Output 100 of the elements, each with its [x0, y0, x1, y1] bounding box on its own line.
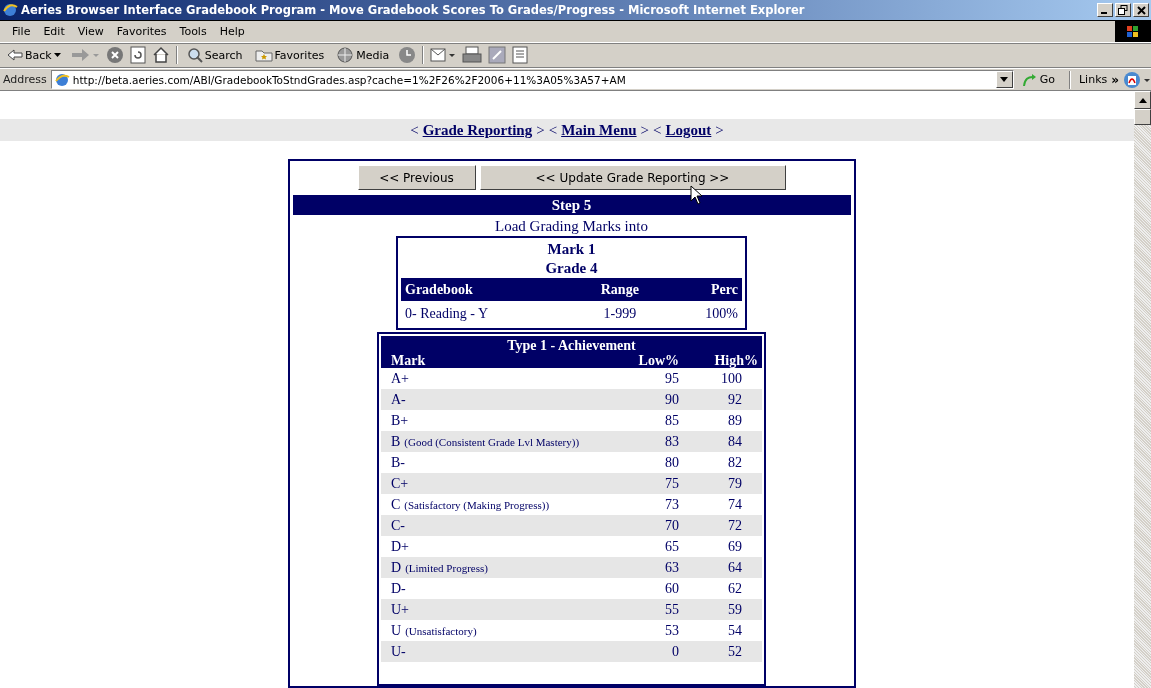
mark-cell: A- — [391, 391, 406, 407]
column-header: High% — [683, 353, 762, 368]
document-icon[interactable] — [512, 46, 529, 64]
window-title: Aeries Browser Interface Gradebook Program - Move Gradebook Scores To Grades/Progress - Microsoft Internet Explorer — [21, 3, 806, 17]
links-label[interactable]: Links — [1074, 73, 1108, 86]
back-button[interactable]: Back — [4, 48, 64, 62]
mark-cell: B+ — [391, 412, 409, 428]
close-icon — [1136, 5, 1146, 15]
mark-cell: B (Good (Consistent Grade Lvl Mastery)) — [391, 433, 580, 449]
menu-item[interactable]: View — [71, 25, 111, 38]
table-cell: 100 — [683, 368, 762, 389]
page-icon — [53, 71, 70, 88]
scroll-thumb[interactable] — [1134, 109, 1151, 125]
mark-cell: D+ — [391, 538, 409, 554]
table-cell: 72 — [683, 515, 762, 536]
update-button[interactable]: << Update Grade Reporting >> — [479, 165, 786, 190]
table-cell: 73 — [630, 494, 683, 515]
address-label: Address — [3, 73, 47, 86]
address-url: http://beta.aeries.com/ABI/GradebookToStndGrades.asp?cache=1%2F26%2F2006+11%3A05%3A57+AM — [72, 73, 627, 86]
table-cell: 60 — [630, 578, 683, 599]
bracket-text: < — [653, 121, 662, 139]
favorites-button[interactable]: Favorites — [251, 48, 328, 62]
table-cell: 85 — [630, 410, 683, 431]
table-title: Type 1 - Achievement — [381, 336, 762, 353]
bracket-text: > — [715, 121, 724, 139]
table-cell: 79 — [683, 473, 762, 494]
stop-icon[interactable] — [105, 46, 124, 64]
nav-link[interactable]: Main Menu — [561, 121, 637, 139]
globe-icon — [336, 47, 355, 63]
column-header: Range — [575, 278, 664, 301]
table-cell: 52 — [683, 641, 762, 662]
table-cell: 90 — [630, 389, 683, 410]
column-header: Perc — [664, 278, 742, 301]
home-icon[interactable] — [151, 46, 170, 64]
menu-item[interactable]: File — [6, 25, 38, 38]
table-cell: 65 — [630, 536, 683, 557]
table-cell: 0 — [630, 641, 683, 662]
step-header: Step 5 — [292, 195, 851, 215]
address-field[interactable]: http://beta.aeries.com/ABI/GradebookToStndGrades.asp?cache=1%2F26%2F2006+11%3A05%3A57+AM — [50, 70, 1014, 89]
column-header: Gradebook — [401, 278, 576, 301]
bracket-text: > — [536, 121, 545, 139]
restore-icon — [1118, 5, 1128, 15]
mark-cell: C (Satisfactory (Making Progress)) — [391, 496, 550, 512]
table-cell: 69 — [683, 536, 762, 557]
print-icon[interactable] — [462, 46, 483, 64]
bracket-text: > — [640, 121, 650, 139]
scroll-up-button[interactable] — [1134, 91, 1151, 109]
mark-cell: U- — [391, 643, 406, 659]
intro-text: Load Grading Marks into — [495, 218, 648, 235]
search-icon — [186, 47, 203, 63]
menu-item[interactable]: Help — [213, 25, 252, 38]
table-cell: 95 — [630, 368, 683, 389]
search-button[interactable]: Search — [183, 47, 246, 63]
mark-cell: U+ — [391, 601, 409, 617]
nav-link[interactable]: Grade Reporting — [422, 121, 533, 139]
table-cell: 70 — [630, 515, 683, 536]
column-header: Low% — [630, 353, 683, 368]
nav-link[interactable]: Logout — [665, 121, 712, 139]
close-button[interactable] — [1133, 3, 1149, 17]
bracket-text: < — [410, 121, 419, 139]
table-cell: 82 — [683, 452, 762, 473]
table-cell: 55 — [630, 599, 683, 620]
media-button[interactable]: Media — [333, 47, 393, 63]
table-cell: 84 — [683, 431, 762, 452]
table-cell: 74 — [683, 494, 762, 515]
edit-icon[interactable] — [488, 46, 507, 64]
mark-cell: C- — [391, 517, 405, 533]
history-icon[interactable] — [398, 46, 417, 64]
column-header: Mark — [381, 353, 630, 368]
restore-button[interactable] — [1115, 3, 1131, 17]
mark-title: Mark 1 — [546, 240, 597, 259]
bracket-text: < — [548, 121, 558, 139]
table-cell: 75 — [630, 473, 683, 494]
go-button[interactable]: Go — [1017, 72, 1065, 87]
dropdown-arrow-icon — [53, 53, 61, 57]
scrollbar[interactable] — [1134, 91, 1151, 688]
table-cell: 63 — [630, 557, 683, 578]
table-cell: 59 — [683, 599, 762, 620]
mark-cell: A+ — [391, 370, 409, 386]
cursor-icon — [689, 185, 704, 205]
table-cell: 64 — [683, 557, 762, 578]
folder-icon — [254, 48, 273, 62]
table-cell: 62 — [683, 578, 762, 599]
go-arrow-icon — [1021, 72, 1038, 87]
mail-icon[interactable] — [430, 46, 457, 64]
back-arrow-icon — [7, 49, 23, 61]
table-cell: 53 — [630, 620, 683, 641]
mark-cell: D (Limited Progress) — [391, 559, 488, 575]
mark-cell: C+ — [391, 475, 409, 491]
browser-icon — [2, 2, 18, 18]
previous-button[interactable]: << Previous — [357, 165, 476, 190]
minimize-button[interactable] — [1097, 3, 1113, 17]
table-cell: 89 — [683, 410, 762, 431]
menu-item[interactable]: Edit — [37, 25, 72, 38]
refresh-icon[interactable] — [129, 46, 146, 64]
grade-title: Grade 4 — [544, 259, 599, 278]
chevron-button[interactable]: » — [1111, 72, 1119, 87]
menu-item[interactable]: Favorites — [110, 25, 174, 38]
menu-item[interactable]: Tools — [173, 25, 214, 38]
table-cell: 83 — [630, 431, 683, 452]
